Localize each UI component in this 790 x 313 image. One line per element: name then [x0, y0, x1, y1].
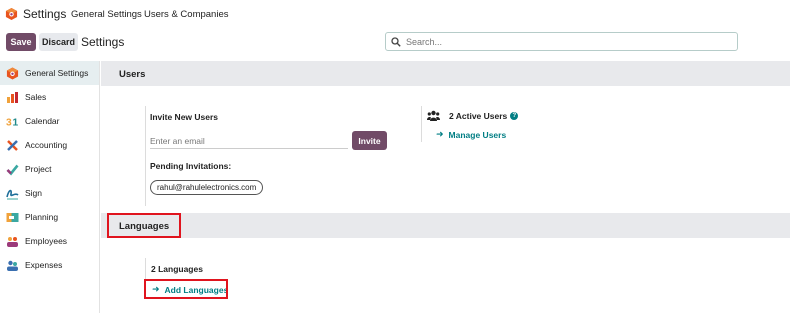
accounting-icon: [7, 139, 18, 151]
pending-invitations-label: Pending Invitations:: [150, 161, 232, 171]
sidebar-item-employees[interactable]: Employees: [0, 229, 99, 253]
save-button[interactable]: Save: [6, 33, 36, 51]
manage-users-label: Manage Users: [448, 129, 507, 140]
sidebar-item-sign[interactable]: Sign: [0, 181, 99, 205]
project-check-icon: [6, 164, 19, 175]
svg-text:1: 1: [13, 117, 19, 127]
discard-button[interactable]: Discard: [39, 33, 78, 51]
sidebar-item-label: Planning: [25, 212, 59, 222]
nav-general-settings[interactable]: General Settings: [71, 9, 142, 20]
highlight-box-add-languages: [144, 279, 228, 299]
odoo-logo-icon[interactable]: [5, 7, 18, 21]
sidebar-item-label: General Settings: [25, 68, 89, 78]
manage-users-link[interactable]: ➜ Manage Users: [436, 129, 506, 140]
sidebar-item-label: Project: [25, 164, 52, 174]
active-users-count: 2 Active Users ?: [449, 111, 519, 121]
users-section-title: Users: [119, 69, 146, 80]
sidebar-item-label: Sign: [25, 188, 43, 198]
sales-chart-icon: [7, 91, 18, 103]
sidebar-item-planning[interactable]: Planning: [0, 205, 99, 229]
active-users-label: 2 Active Users: [449, 111, 508, 121]
sidebar-item-calendar[interactable]: 3 1 Calendar: [0, 109, 99, 133]
settings-sidebar: General Settings Sales 3 1 Calendar Acco…: [0, 61, 100, 313]
search-icon: [391, 36, 401, 47]
arrow-right-icon: ➜: [436, 129, 444, 139]
languages-section-header: Languages: [101, 213, 790, 238]
users-group-icon: [427, 110, 440, 121]
divider: [145, 106, 146, 206]
search-input[interactable]: [406, 36, 726, 47]
invite-new-users-label: Invite New Users: [150, 112, 219, 122]
sidebar-item-expenses[interactable]: Expenses: [0, 253, 99, 277]
page-title: Settings: [81, 35, 125, 49]
invite-email-field[interactable]: [150, 134, 348, 149]
sidebar-item-label: Expenses: [25, 260, 63, 270]
sign-signature-icon: [6, 189, 19, 199]
pending-invitation-badge[interactable]: rahul@rahulelectronics.com: [150, 180, 264, 195]
sidebar-item-general-settings[interactable]: General Settings: [0, 61, 99, 85]
top-navbar: Settings General Settings Users & Compan…: [0, 0, 790, 29]
languages-count: 2 Languages: [151, 264, 203, 274]
highlight-box-languages: [107, 213, 181, 238]
expenses-icon: [7, 260, 18, 271]
sidebar-item-sales[interactable]: Sales: [0, 85, 99, 109]
calendar-31-icon: 3 1: [6, 117, 19, 127]
planning-icon: [6, 212, 19, 222]
users-section-header: Users: [101, 61, 790, 86]
sidebar-item-label: Accounting: [25, 140, 68, 150]
divider: [421, 106, 422, 142]
svg-text:3: 3: [6, 117, 12, 127]
employees-icon: [7, 236, 18, 247]
nav-users-companies[interactable]: Users & Companies: [144, 9, 228, 20]
sidebar-item-project[interactable]: Project: [0, 157, 99, 181]
sidebar-item-label: Sales: [25, 92, 47, 102]
search-bar[interactable]: [385, 32, 738, 51]
sidebar-item-label: Employees: [25, 236, 68, 246]
sidebar-item-accounting[interactable]: Accounting: [0, 133, 99, 157]
help-icon[interactable]: ?: [510, 112, 519, 120]
sidebar-item-label: Calendar: [25, 116, 60, 126]
app-title[interactable]: Settings: [23, 7, 66, 21]
odoo-logo-icon: [6, 66, 19, 80]
invite-button[interactable]: Invite: [352, 131, 387, 150]
